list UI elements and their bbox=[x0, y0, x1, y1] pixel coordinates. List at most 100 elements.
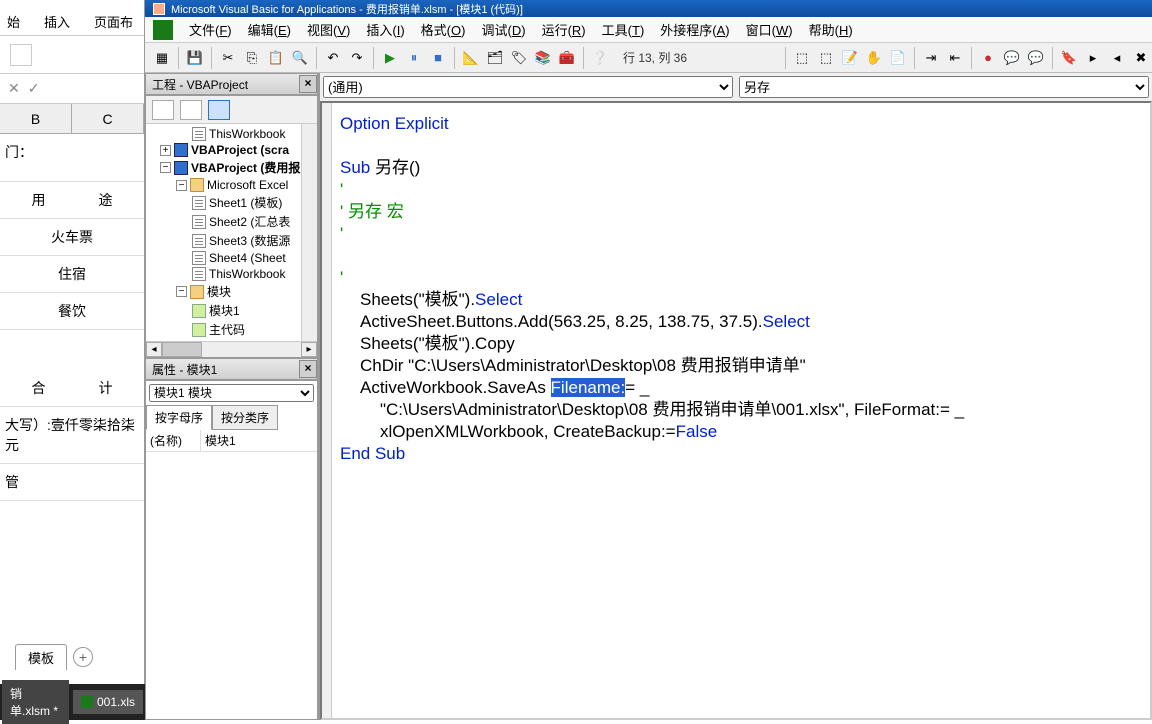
tree-label[interactable]: VBAProject (费用报 bbox=[191, 159, 300, 176]
prev-bookmark-icon[interactable]: ◂ bbox=[1106, 47, 1128, 69]
menu-help[interactable]: 帮助(H) bbox=[803, 17, 859, 42]
paste-icon[interactable]: 📋 bbox=[265, 47, 287, 69]
tb-icon-4[interactable]: ✋ bbox=[863, 47, 885, 69]
view-object-icon[interactable] bbox=[180, 100, 202, 120]
tree-label[interactable]: 主代码 bbox=[209, 321, 245, 338]
tree-label[interactable]: ThisWorkbook bbox=[209, 127, 285, 141]
cut-icon[interactable]: ✂ bbox=[217, 47, 239, 69]
run-icon[interactable]: ▶ bbox=[379, 47, 401, 69]
tree-scrollbar[interactable] bbox=[301, 124, 317, 341]
tree-label[interactable]: Microsoft Excel bbox=[207, 178, 288, 192]
col-b[interactable]: B bbox=[0, 104, 72, 133]
breakpoint-icon[interactable]: ● bbox=[977, 47, 999, 69]
menu-window[interactable]: 窗口(W) bbox=[740, 17, 799, 42]
tree-label[interactable]: 模块 bbox=[207, 283, 231, 300]
tab-alphabetic[interactable]: 按字母序 bbox=[146, 405, 212, 430]
code-editor[interactable]: Option Explicit Sub 另存() ' ' 另存 宏 ' ' Sh… bbox=[320, 101, 1152, 720]
collapse-icon[interactable]: − bbox=[160, 162, 171, 173]
tree-label[interactable]: 模块1 bbox=[209, 302, 240, 319]
properties-icon[interactable]: 🏷 bbox=[508, 47, 530, 69]
cell-row[interactable]: 大写）:壹仟零柒拾柒元 bbox=[0, 407, 144, 464]
cell-row[interactable]: 合 计 bbox=[0, 370, 144, 407]
cell-row[interactable]: 火车票 bbox=[0, 219, 144, 256]
tree-label[interactable]: Sheet2 (汇总表 bbox=[209, 213, 290, 230]
cancel-icon[interactable]: ✕ bbox=[8, 80, 20, 97]
scroll-left-icon[interactable]: ◂ bbox=[146, 342, 162, 357]
props-grid[interactable]: (名称) 模块1 bbox=[146, 430, 317, 719]
project-hscroll[interactable]: ◂ ▸ bbox=[146, 341, 317, 357]
scroll-thumb[interactable] bbox=[162, 342, 202, 357]
menu-run[interactable]: 运行(R) bbox=[536, 17, 592, 42]
view-code-icon[interactable] bbox=[152, 100, 174, 120]
name-box-dropdown[interactable] bbox=[10, 44, 32, 66]
close-project-panel-button[interactable]: × bbox=[299, 75, 317, 93]
cell-row[interactable]: 用 途 bbox=[0, 182, 144, 219]
undo-icon[interactable]: ↶ bbox=[322, 47, 344, 69]
clear-bookmark-icon[interactable]: ✖ bbox=[1130, 47, 1152, 69]
cell-row[interactable]: 管 bbox=[0, 464, 144, 501]
design-mode-icon[interactable]: 📐 bbox=[460, 47, 482, 69]
copy-icon[interactable]: ⎘ bbox=[241, 47, 263, 69]
col-c[interactable]: C bbox=[72, 104, 144, 133]
collapse-icon[interactable]: − bbox=[176, 286, 187, 297]
props-value[interactable]: 模块1 bbox=[201, 430, 240, 451]
menu-file[interactable]: 文件(F) bbox=[183, 17, 238, 42]
cell-row[interactable]: 住宿 bbox=[0, 256, 144, 293]
outdent-icon[interactable]: ⇤ bbox=[944, 47, 966, 69]
tab-categorized[interactable]: 按分类序 bbox=[212, 405, 278, 430]
project-explorer-icon[interactable]: 🗂 bbox=[484, 47, 506, 69]
add-sheet-button[interactable]: + bbox=[73, 647, 93, 667]
enter-icon[interactable]: ✓ bbox=[28, 80, 40, 97]
redo-icon[interactable]: ↷ bbox=[346, 47, 368, 69]
props-row-name[interactable]: (名称) 模块1 bbox=[146, 430, 317, 452]
tree-label[interactable]: Sheet1 (模板) bbox=[209, 194, 282, 211]
find-icon[interactable]: 🔍 bbox=[289, 47, 311, 69]
code-text: ChDir "C:\Users\Administrator\Desktop\08… bbox=[360, 356, 806, 375]
expand-icon[interactable]: + bbox=[160, 145, 171, 156]
procedure-dropdown[interactable]: 另存 bbox=[739, 76, 1149, 98]
tree-label[interactable]: Sheet4 (Sheet bbox=[209, 251, 286, 265]
menu-view[interactable]: 视图(V) bbox=[301, 17, 356, 42]
menu-debug[interactable]: 调试(D) bbox=[475, 17, 531, 42]
tree-label[interactable]: Sheet3 (数据源 bbox=[209, 232, 290, 249]
pause-icon[interactable]: ⏸ bbox=[403, 47, 425, 69]
comment-icon[interactable]: 💬 bbox=[1001, 47, 1023, 69]
cell-row[interactable]: 餐饮 bbox=[0, 293, 144, 330]
stop-icon[interactable]: ■ bbox=[427, 47, 449, 69]
collapse-icon[interactable]: − bbox=[176, 180, 187, 191]
toolbox-icon[interactable]: 🧰 bbox=[556, 47, 578, 69]
menu-insert[interactable]: 插入(I) bbox=[360, 17, 410, 42]
bookmark-icon[interactable]: 🔖 bbox=[1058, 47, 1080, 69]
taskbar-item-1[interactable]: 销单.xlsm * bbox=[2, 680, 69, 724]
tb-icon-1[interactable]: ⬚ bbox=[791, 47, 813, 69]
menu-edit[interactable]: 编辑(E) bbox=[242, 17, 297, 42]
close-props-panel-button[interactable]: × bbox=[299, 360, 317, 378]
tb-icon-5[interactable]: 📄 bbox=[887, 47, 909, 69]
tab-insert[interactable]: 插入 bbox=[42, 8, 72, 35]
tb-icon-2[interactable]: ⬚ bbox=[815, 47, 837, 69]
indent-icon[interactable]: ⇥ bbox=[920, 47, 942, 69]
excel-logo-icon[interactable] bbox=[153, 20, 173, 40]
object-browser-icon[interactable]: 📚 bbox=[532, 47, 554, 69]
menu-addins[interactable]: 外接程序(A) bbox=[654, 17, 735, 42]
props-object-select[interactable]: 模块1 模块 bbox=[149, 384, 314, 402]
menu-format[interactable]: 格式(O) bbox=[415, 17, 472, 42]
tree-label[interactable]: ThisWorkbook bbox=[209, 267, 285, 281]
toggle-folders-icon[interactable] bbox=[208, 100, 230, 120]
tb-icon-3[interactable]: 📝 bbox=[839, 47, 861, 69]
sheet-tab-template[interactable]: 模板 bbox=[15, 644, 67, 670]
next-bookmark-icon[interactable]: ▸ bbox=[1082, 47, 1104, 69]
taskbar-item-2[interactable]: 001.xls bbox=[73, 690, 143, 714]
scroll-right-icon[interactable]: ▸ bbox=[301, 342, 317, 357]
help-icon[interactable]: ❔ bbox=[589, 47, 611, 69]
save-icon[interactable]: 💾 bbox=[184, 47, 206, 69]
object-dropdown[interactable]: (通用) bbox=[323, 76, 733, 98]
tree-label[interactable]: VBAProject (scra bbox=[191, 143, 289, 157]
cell-row[interactable]: 门： bbox=[0, 134, 144, 182]
project-tree[interactable]: ThisWorkbook +VBAProject (scra −VBAProje… bbox=[146, 124, 317, 341]
uncomment-icon[interactable]: 💬 bbox=[1025, 47, 1047, 69]
tab-layout[interactable]: 页面布 bbox=[92, 8, 135, 35]
menu-tools[interactable]: 工具(T) bbox=[596, 17, 651, 42]
view-excel-icon[interactable]: ▦ bbox=[151, 47, 173, 69]
tab-home[interactable]: 始 bbox=[5, 8, 22, 35]
